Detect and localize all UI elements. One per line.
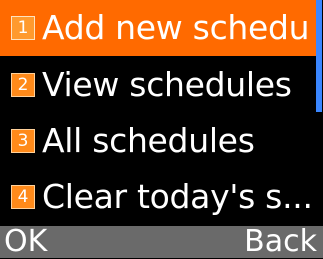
menu-item-view-schedules[interactable]: 2 View schedules [0,57,316,113]
menu-item-label: All schedules [42,121,255,160]
menu-item-clear-todays-schedules[interactable]: 4 Clear today's s... [0,169,316,225]
phone-screen: 1 Add new schedu 2 View schedules 3 All … [0,0,323,258]
menu-item-label: Clear today's s... [42,177,313,216]
schedule-menu: 1 Add new schedu 2 View schedules 3 All … [0,0,316,226]
softkey-bar: OK Back [0,226,323,258]
number-badge-3: 3 [11,129,35,153]
menu-item-label: Add new schedu [42,8,310,47]
number-badge-4: 4 [11,185,35,209]
menu-item-label: View schedules [42,65,292,104]
ok-softkey[interactable]: OK [4,226,47,258]
scrollbar-thumb[interactable] [316,0,322,112]
menu-item-all-schedules[interactable]: 3 All schedules [0,113,316,169]
number-badge-1: 1 [11,16,35,40]
back-softkey[interactable]: Back [244,226,317,258]
menu-item-add-new-schedule[interactable]: 1 Add new schedu [0,0,316,56]
scrollbar[interactable] [316,0,323,226]
number-badge-2: 2 [11,73,35,97]
